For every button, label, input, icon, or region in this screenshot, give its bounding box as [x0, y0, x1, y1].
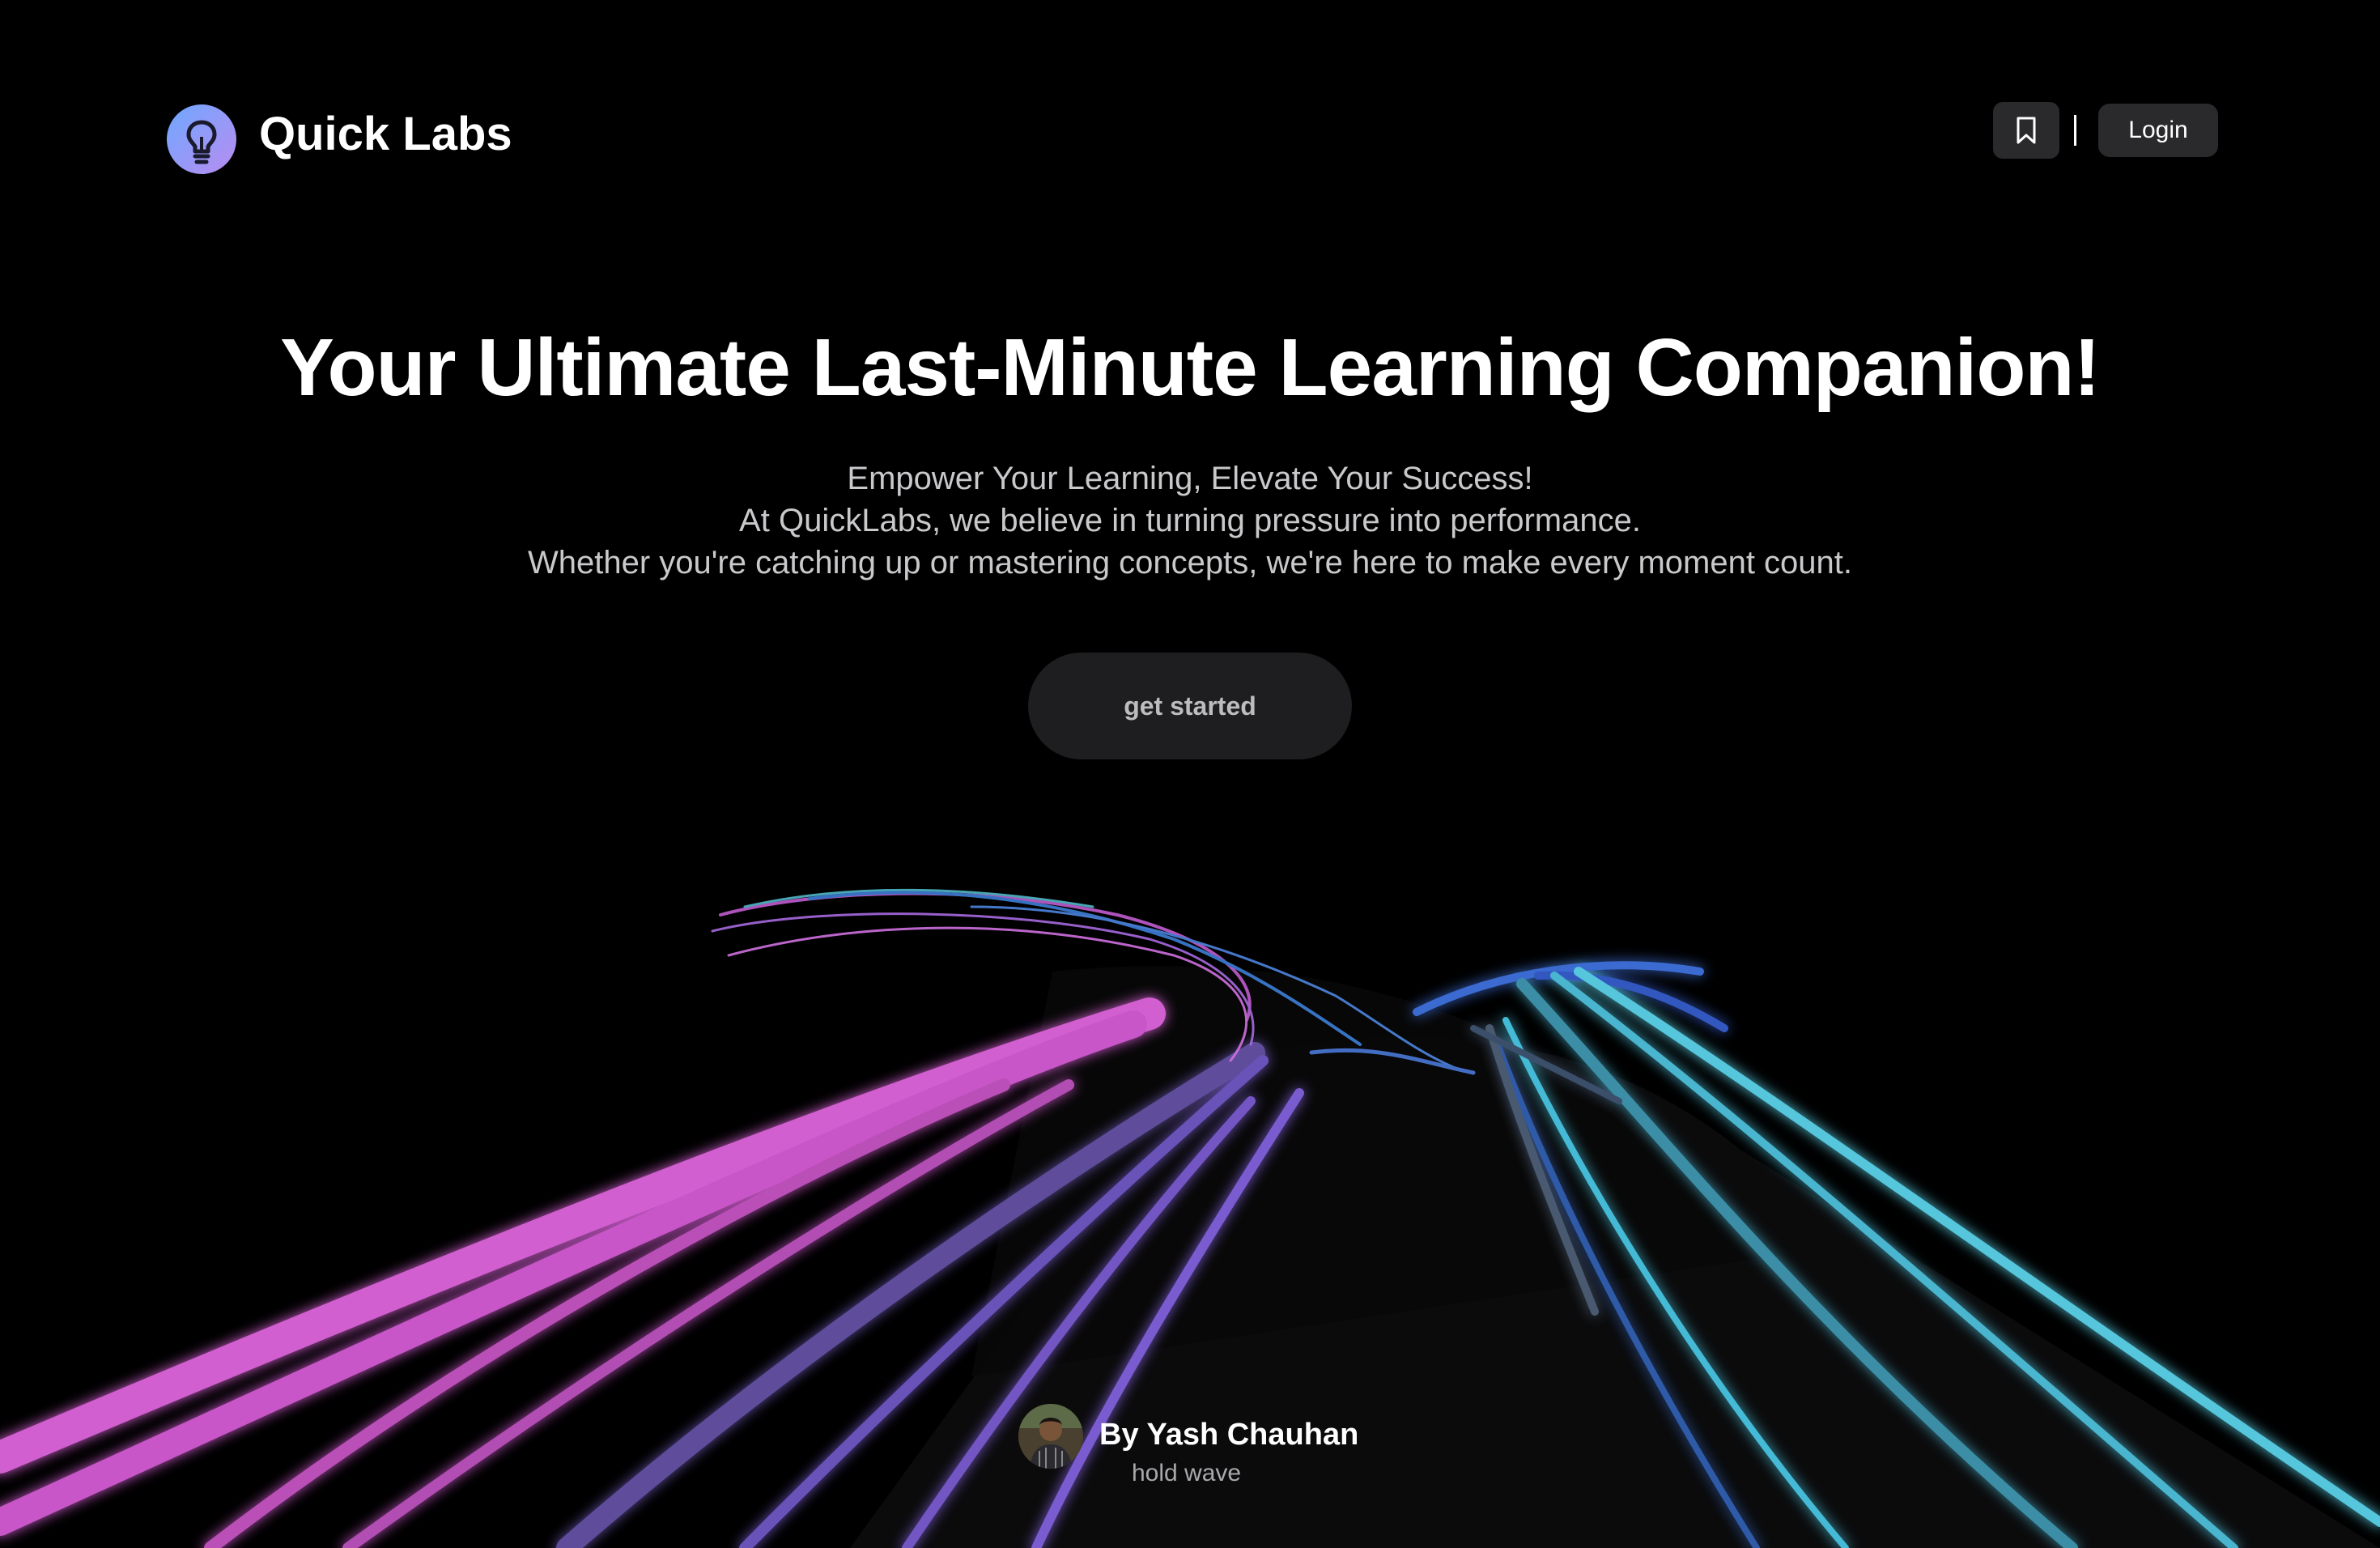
hero-subtitle-line: At QuickLabs, we believe in turning pres…: [739, 503, 1641, 538]
nav-divider: [2074, 115, 2076, 146]
hero-subtitle-line: Empower Your Learning, Elevate Your Succ…: [847, 461, 1533, 496]
lightbulb-icon[interactable]: [167, 104, 236, 174]
author-credit[interactable]: By Yash Chauhan: [1099, 1414, 1358, 1456]
top-navbar: Quick Labs Login: [0, 0, 2380, 267]
hero-title: Your Ultimate Last-Minute Learning Compa…: [280, 322, 2101, 413]
brand-name[interactable]: Quick Labs: [259, 105, 512, 164]
author-credit-subtitle: hold wave: [1132, 1460, 1242, 1486]
get-started-button[interactable]: get started: [1028, 653, 1352, 759]
avatar[interactable]: [1018, 1404, 1083, 1469]
login-button[interactable]: Login: [2098, 104, 2218, 157]
hero-subtitle-line: Whether you're catching up or mastering …: [527, 545, 1853, 580]
bookmark-button[interactable]: [1993, 102, 2059, 159]
hero-subtitle: Empower Your Learning, Elevate Your Succ…: [0, 457, 2380, 584]
bookmark-icon: [2017, 117, 2036, 144]
